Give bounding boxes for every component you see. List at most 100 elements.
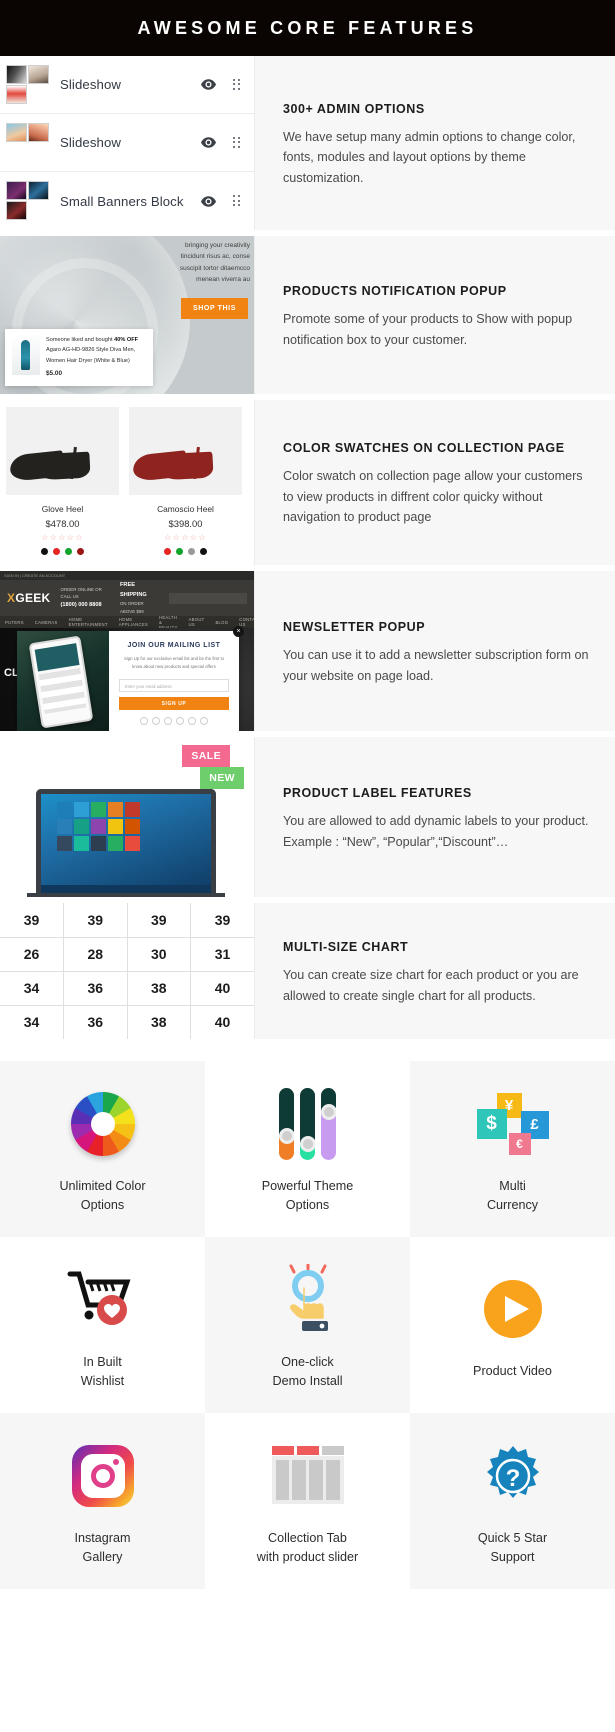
grid-item-collection-tab[interactable]: Collection Tab with product slider: [205, 1413, 410, 1589]
email-field[interactable]: Enter your email address: [119, 679, 229, 693]
product-rating: ☆☆☆☆☆: [164, 533, 207, 542]
color-swatch[interactable]: [65, 548, 72, 555]
list-item-label: Small Banners Block: [60, 193, 184, 209]
feature-text-newsletter-popup: NEWSLETTER POPUP You can use it to add a…: [255, 571, 615, 731]
site-nav[interactable]: PUTERS CAMERAS HOME ENTERTAINMENT HOME A…: [0, 615, 254, 630]
features-list: Slideshow Slideshow Small Banners Block …: [0, 56, 615, 1045]
list-item[interactable]: Slideshow: [0, 56, 254, 114]
grid-item-instagram-gallery[interactable]: Instagram Gallery: [0, 1413, 205, 1589]
module-thumbnail: [6, 181, 50, 221]
shop-this-button[interactable]: SHOP THIS: [180, 298, 248, 319]
eye-icon[interactable]: [201, 195, 216, 207]
grid-item-product-video[interactable]: Product Video: [410, 1237, 615, 1413]
size-cell: 26: [0, 936, 64, 972]
color-swatch-list[interactable]: [6, 548, 119, 555]
twitter-icon[interactable]: [152, 717, 160, 726]
color-swatch[interactable]: [77, 548, 84, 555]
list-item[interactable]: Small Banners Block: [0, 172, 254, 230]
instagram-icon[interactable]: [176, 717, 184, 726]
newsletter-subtitle: Sign Up for our exclusive email list and…: [123, 656, 225, 669]
eye-icon[interactable]: [201, 79, 216, 90]
nav-item[interactable]: HOME APPLIANCES: [119, 617, 148, 627]
list-item[interactable]: Slideshow: [0, 114, 254, 172]
multi-currency-icon: ¥ £ $ €: [476, 1084, 549, 1164]
color-swatch[interactable]: [200, 548, 207, 555]
size-chart-visual: 39 39 39 39 26 28 30 31 34 36 38 40 34 3…: [0, 903, 255, 1039]
drag-handle-icon[interactable]: [233, 195, 242, 207]
grid-item-unlimited-color-options[interactable]: Unlimited Color Options: [0, 1061, 205, 1237]
google-plus-icon[interactable]: [164, 717, 172, 726]
size-cell: 28: [63, 936, 128, 972]
grid-item-powerful-theme-options[interactable]: Powerful Theme Options: [205, 1061, 410, 1237]
size-cell: 34: [0, 1004, 64, 1039]
tumblr-icon[interactable]: [188, 717, 196, 726]
product-rating: ☆☆☆☆☆: [41, 533, 84, 542]
nav-item[interactable]: CONTACT US: [239, 617, 254, 627]
site-header: XGEEK ORDER ONLINE OR CALL US (1800) 000 …: [0, 580, 254, 616]
size-cell: 40: [190, 1004, 254, 1039]
size-chart-table: 39 39 39 39 26 28 30 31 34 36 38 40 34 3…: [0, 903, 254, 1039]
cart-wishlist-icon: [66, 1260, 140, 1340]
color-swatch[interactable]: [188, 548, 195, 555]
grid-item-label: Instagram Gallery: [74, 1530, 131, 1564]
newsletter-modal-body: × JOIN OUR MAILING LIST Sign Up for our …: [109, 626, 244, 731]
feature-title: 300+ ADMIN OPTIONS: [283, 101, 425, 116]
grid-item-in-built-wishlist[interactable]: In Built Wishlist: [0, 1237, 205, 1413]
drag-handle-icon[interactable]: [233, 78, 242, 91]
size-cell: 39: [0, 903, 64, 938]
grid-item-label: One-click Demo Install: [272, 1354, 343, 1388]
product-card[interactable]: Camoscio Heel $398.00 ☆☆☆☆☆: [129, 407, 242, 555]
color-swatch-list[interactable]: [129, 548, 242, 555]
eye-icon[interactable]: [201, 137, 216, 148]
notification-line2: Agaro AG-HD-9826 Style Diva Men,: [46, 347, 136, 354]
newsletter-popup-visual: CLO SIGN IN | CREATE AN ACCOUNT XGEEK OR…: [0, 571, 255, 731]
banner-copy-line2: tincidunt risus ac, conse: [180, 253, 250, 261]
feature-row-newsletter-popup: CLO SIGN IN | CREATE AN ACCOUNT XGEEK OR…: [0, 571, 615, 737]
banner-copy: bringing your creativity tincidunt risus…: [90, 240, 250, 286]
social-links[interactable]: [119, 717, 229, 726]
grid-item-label: Multi Currency: [486, 1178, 539, 1212]
nav-item[interactable]: CAMERAS: [35, 620, 58, 625]
color-swatch[interactable]: [41, 548, 48, 555]
nav-item[interactable]: HOME ENTERTAINMENT: [69, 617, 108, 627]
drag-handle-icon[interactable]: [233, 136, 242, 149]
color-swatch[interactable]: [176, 548, 183, 555]
grid-item-label: Unlimited Color Options: [59, 1178, 146, 1212]
admin-options-visual: Slideshow Slideshow Small Banners Block: [0, 56, 255, 230]
notification-line3: Women Hair Dryer (White & Blue): [46, 357, 130, 364]
size-cell: 36: [63, 970, 128, 1006]
site-search-input[interactable]: [169, 592, 247, 604]
notification-price: $5.00: [46, 370, 62, 378]
grid-item-label: Quick 5 Star Support: [477, 1530, 548, 1564]
site-topbar: SIGN IN | CREATE AN ACCOUNT: [0, 571, 254, 580]
color-swatch[interactable]: [164, 548, 171, 555]
grid-item-quick-support[interactable]: ? Quick 5 Star Support: [410, 1413, 615, 1589]
notification-popup-visual: bringing your creativity tincidunt risus…: [0, 236, 255, 394]
module-thumbnail: [6, 64, 50, 105]
table-row: 26 28 30 31: [0, 936, 254, 972]
notification-card-text: Someone liked and bought 40% OFF Agaro A…: [46, 335, 138, 380]
one-click-install-icon: [276, 1260, 340, 1340]
play-button-icon: [483, 1269, 542, 1349]
nav-item[interactable]: ABOUT US: [189, 617, 205, 627]
nav-item[interactable]: PUTERS: [5, 620, 24, 625]
nav-item[interactable]: BLOG: [215, 620, 228, 625]
admin-module-list: Slideshow Slideshow Small Banners Block: [0, 56, 254, 230]
module-thumbnail: [6, 122, 50, 163]
signup-button[interactable]: SIGN UP: [119, 697, 229, 711]
feature-description: We have setup many admin options to chan…: [283, 129, 576, 185]
feature-title: MULTI-SIZE CHART: [283, 940, 409, 955]
table-row: 34 36 38 40: [0, 970, 254, 1006]
product-card[interactable]: Glove Heel $478.00 ☆☆☆☆☆: [6, 407, 119, 555]
color-swatch[interactable]: [53, 548, 60, 555]
product-notification-card[interactable]: Someone liked and bought 40% OFF Agaro A…: [5, 329, 153, 386]
feature-description: Color swatch on collection page allow yo…: [283, 469, 583, 525]
grid-item-multi-currency[interactable]: ¥ £ $ € Multi Currency: [410, 1061, 615, 1237]
grid-item-one-click-demo-install[interactable]: One-click Demo Install: [205, 1237, 410, 1413]
phone-graphic: [28, 635, 94, 729]
facebook-icon[interactable]: [140, 717, 148, 726]
pinterest-icon[interactable]: [200, 717, 208, 726]
status-badge-new: NEW: [200, 767, 244, 789]
close-icon[interactable]: ×: [233, 626, 244, 637]
newsletter-modal: × JOIN OUR MAILING LIST Sign Up for our …: [17, 626, 244, 731]
